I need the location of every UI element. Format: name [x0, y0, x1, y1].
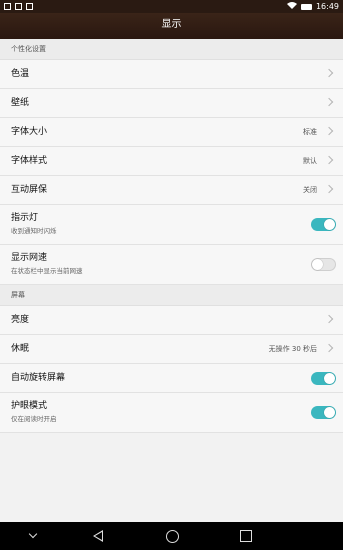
page-title: 显示 [0, 13, 343, 39]
setting-interactive-screensaver[interactable]: 互动屏保 关闭 [0, 176, 343, 205]
setting-auto-rotate[interactable]: 自动旋转屏幕 [0, 364, 343, 393]
setting-value: 无操作 30 秒后 [268, 345, 317, 353]
setting-font-style[interactable]: 字体样式 默认 [0, 147, 343, 176]
toggle-knob [324, 373, 335, 384]
setting-eye-comfort[interactable]: 护眼模式 仅在阅读时开启 [0, 393, 343, 433]
chevron-right-icon [324, 97, 334, 107]
setting-network-speed[interactable]: 显示网速 在状态栏中显示当前网速 [0, 245, 343, 285]
setting-label: 休眠 [11, 344, 30, 354]
setting-description: 在状态栏中显示当前网速 [11, 267, 83, 275]
toggle-knob [312, 259, 323, 270]
chevron-right-icon [324, 343, 334, 353]
setting-label: 壁纸 [11, 98, 30, 108]
chevron-right-icon [324, 155, 334, 165]
setting-label: 自动旋转屏幕 [11, 373, 66, 383]
setting-label: 字体样式 [11, 156, 48, 166]
auto-rotate-toggle[interactable] [311, 372, 336, 385]
network-speed-toggle[interactable] [311, 258, 336, 271]
chevron-right-icon [324, 314, 334, 324]
home-icon [165, 529, 179, 543]
back-icon [93, 530, 103, 542]
setting-label: 显示网速 [11, 253, 48, 263]
chevron-right-icon [324, 68, 334, 78]
setting-wallpaper[interactable]: 壁纸 [0, 89, 343, 118]
toggle-knob [324, 407, 335, 418]
recent-apps-button[interactable] [226, 522, 266, 550]
setting-value: 标准 [303, 128, 317, 136]
setting-sleep[interactable]: 休眠 无操作 30 秒后 [0, 335, 343, 364]
navigation-bar [0, 522, 343, 550]
hide-nav-button[interactable] [13, 522, 53, 550]
chevron-right-icon [324, 126, 334, 136]
setting-brightness[interactable]: 亮度 [0, 306, 343, 335]
chevron-down-icon [28, 529, 38, 539]
battery-icon [300, 3, 312, 10]
status-bar: 16:49 [0, 0, 343, 13]
back-button[interactable] [78, 522, 118, 550]
setting-label: 字体大小 [11, 127, 48, 137]
settings-list: 个性化设置 色温 壁纸 字体大小 标准 字体样式 默认 互动屏保 关闭 指示灯 … [0, 39, 343, 433]
setting-label: 互动屏保 [11, 185, 48, 195]
setting-label: 护眼模式 [11, 401, 48, 411]
status-time: 16:49 [315, 2, 339, 11]
notification-icon [4, 3, 11, 10]
setting-label: 亮度 [11, 315, 30, 325]
chevron-right-icon [324, 184, 334, 194]
setting-label: 色温 [11, 69, 30, 79]
setting-description: 收到通知时闪烁 [11, 227, 57, 235]
section-header-screen: 屏幕 [0, 285, 343, 306]
setting-font-size[interactable]: 字体大小 标准 [0, 118, 343, 147]
notification-icon [15, 3, 22, 10]
eye-comfort-toggle[interactable] [311, 406, 336, 419]
section-header-personalization: 个性化设置 [0, 39, 343, 60]
toggle-knob [324, 219, 335, 230]
status-bar-notifications [4, 0, 33, 13]
setting-value: 默认 [303, 157, 317, 165]
notification-icon [26, 3, 33, 10]
wifi-icon [286, 0, 297, 13]
setting-description: 仅在阅读时开启 [11, 415, 57, 423]
setting-value: 关闭 [303, 186, 317, 194]
setting-color-temperature[interactable]: 色温 [0, 60, 343, 89]
setting-label: 指示灯 [11, 213, 39, 223]
indicator-light-toggle[interactable] [311, 218, 336, 231]
home-button[interactable] [152, 522, 192, 550]
setting-indicator-light[interactable]: 指示灯 收到通知时闪烁 [0, 205, 343, 245]
recent-apps-icon [240, 530, 252, 542]
status-bar-system: 16:49 [286, 0, 339, 13]
